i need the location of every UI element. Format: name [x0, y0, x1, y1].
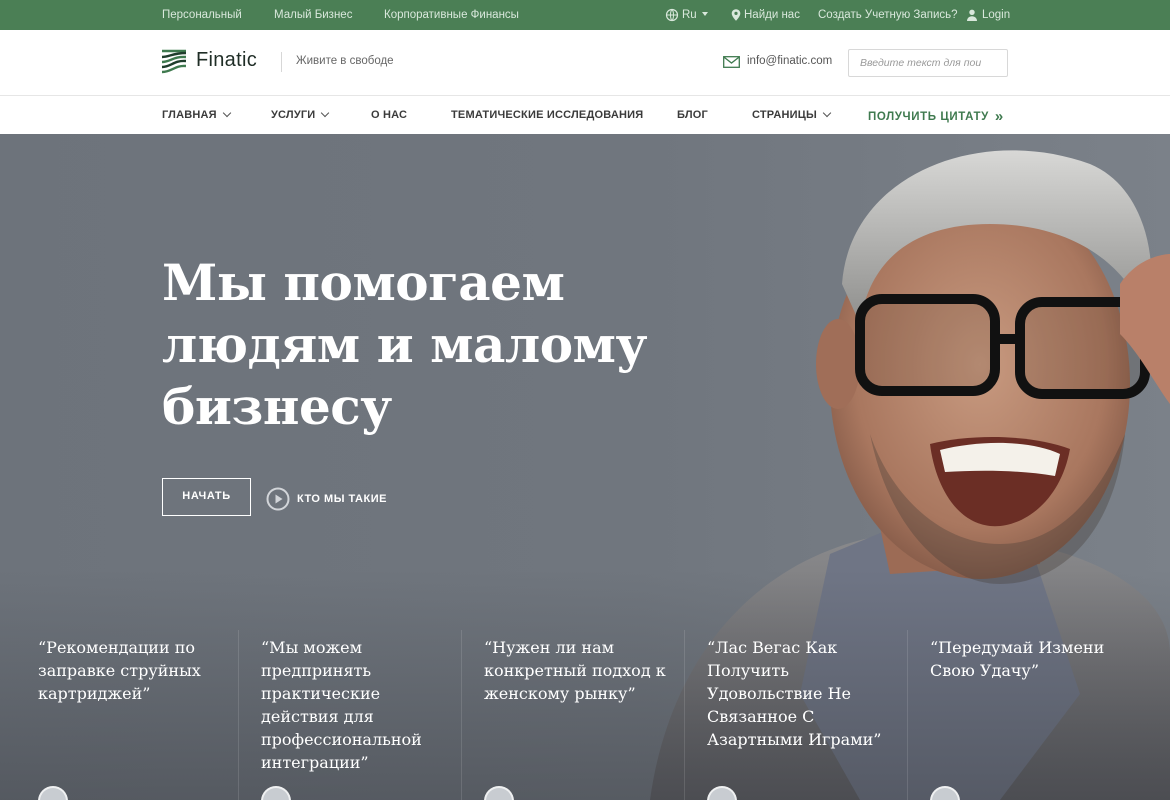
quote-line: женскому рынку” [484, 684, 636, 703]
header: Finatic Живите в свободе info@finatic.co… [0, 30, 1170, 96]
avatar [930, 786, 960, 800]
hero-title-line: Мы помогаем [162, 253, 565, 312]
nav-item-label: СТРАНИЦЫ [752, 109, 817, 121]
hero-title-line: бизнесу [162, 377, 392, 436]
quote-line: “Нужен ли нам [484, 638, 615, 657]
search-input[interactable] [848, 49, 1008, 77]
nav-item-case-studies[interactable]: ТЕМАТИЧЕСКИЕ ИССЛЕДОВАНИЯ [451, 96, 643, 134]
testimonial-card[interactable]: “Нужен ли нам конкретный подход к женско… [461, 630, 684, 800]
quote-line: интеграции” [261, 753, 369, 772]
quote-line: Азартными Играми” [707, 730, 882, 749]
column-divider [907, 630, 908, 800]
quote-line: конкретный подход к [484, 661, 666, 680]
nav-item-about[interactable]: О НАС [371, 96, 407, 134]
logo-text[interactable]: Finatic [196, 49, 257, 72]
mail-icon [723, 56, 740, 68]
testimonial-quote: “Нужен ли нам конкретный подход к женско… [484, 636, 666, 705]
caret-down-icon [701, 12, 708, 16]
avatar [484, 786, 514, 800]
chevron-down-icon [222, 108, 232, 118]
quote-line: практические [261, 684, 381, 703]
who-we-are-label: КТО МЫ ТАКИЕ [297, 493, 387, 505]
topbar-link-personal[interactable]: Персональный [162, 0, 242, 30]
quote-line: “Рекомендации по [38, 638, 196, 657]
hero-title-line: людям и малому [162, 315, 648, 374]
column-divider [238, 630, 239, 800]
find-us-link[interactable]: Найди нас [744, 0, 800, 30]
tagline: Живите в свободе [296, 55, 394, 67]
contact-email[interactable]: info@finatic.com [747, 55, 832, 67]
quote-line: предпринять [261, 661, 372, 680]
quote-line: Получить [707, 661, 789, 680]
testimonial-card[interactable]: “Лас Вегас Как Получить Удовольствие Не … [684, 630, 907, 800]
top-bar: Персональный Малый Бизнес Корпоративные … [0, 0, 1170, 30]
nav-item-blog[interactable]: БЛОГ [677, 96, 708, 134]
start-button[interactable]: НАЧАТЬ [162, 478, 251, 516]
quote-line: “Передумай Измени [930, 638, 1105, 657]
nav-item-home[interactable]: ГЛАВНАЯ [162, 96, 232, 134]
quote-line: профессиональной [261, 730, 422, 749]
logo-mark-icon[interactable] [161, 48, 187, 74]
logo-divider [281, 52, 282, 72]
create-account-link[interactable]: Создать Учетную Запись? [818, 0, 958, 30]
chevron-down-icon [321, 108, 330, 118]
double-chevron-right-icon: » [994, 108, 1004, 125]
nav-item-label: БЛОГ [677, 109, 708, 121]
main-nav: ГЛАВНАЯ УСЛУГИ О НАС ТЕМАТИЧЕСКИЕ ИССЛЕД… [0, 96, 1170, 134]
testimonial-quote: “Рекомендации по заправке струйных картр… [38, 636, 201, 705]
chevron-down-icon [822, 108, 832, 118]
testimonial-quote: “Мы можем предпринять практические дейст… [261, 636, 422, 774]
column-divider [684, 630, 685, 800]
map-pin-icon [729, 8, 743, 22]
hero-banner: Мы помогаем людям и малому бизнесу НАЧАТ… [0, 134, 1170, 800]
topbar-link-corporate-finance[interactable]: Корпоративные Финансы [384, 0, 519, 30]
testimonial-card[interactable]: “Передумай Измени Свою Удачу” [907, 630, 1130, 800]
testimonial-quote: “Передумай Измени Свою Удачу” [930, 636, 1104, 682]
quote-line: картриджей” [38, 684, 151, 703]
avatar [261, 786, 291, 800]
quote-line: “Мы можем [261, 638, 363, 657]
get-quote-link[interactable]: ПОЛУЧИТЬ ЦИТАТУ » [868, 96, 1004, 134]
quote-line: Удовольствие Не [707, 684, 852, 703]
nav-item-label: ТЕМАТИЧЕСКИЕ ИССЛЕДОВАНИЯ [451, 109, 644, 121]
language-selector[interactable]: Ru [682, 0, 708, 30]
avatar [38, 786, 68, 800]
quote-line: Свою Удачу” [930, 661, 1040, 680]
testimonial-card[interactable]: “Рекомендации по заправке струйных картр… [0, 630, 238, 800]
testimonial-quote: “Лас Вегас Как Получить Удовольствие Не … [707, 636, 881, 751]
nav-item-label: ГЛАВНАЯ [162, 109, 217, 121]
language-label: Ru [682, 9, 697, 21]
column-divider [461, 630, 462, 800]
user-icon [965, 8, 979, 22]
nav-item-label: УСЛУГИ [271, 109, 316, 121]
login-link[interactable]: Login [982, 0, 1010, 30]
avatar [707, 786, 737, 800]
testimonials-row: “Рекомендации по заправке струйных картр… [0, 630, 1170, 800]
globe-icon [665, 8, 679, 22]
topbar-link-small-business[interactable]: Малый Бизнес [274, 0, 352, 30]
quote-line: “Лас Вегас Как [707, 638, 838, 657]
nav-item-services[interactable]: УСЛУГИ [271, 96, 330, 134]
get-quote-label: ПОЛУЧИТЬ ЦИТАТУ [868, 111, 989, 123]
quote-line: заправке струйных [38, 661, 201, 680]
play-circle-icon [266, 487, 290, 511]
testimonial-card[interactable]: “Мы можем предпринять практические дейст… [238, 630, 461, 800]
quote-line: действия для [261, 707, 374, 726]
quote-line: Связанное С [707, 707, 815, 726]
nav-item-label: О НАС [371, 109, 408, 121]
nav-item-pages[interactable]: СТРАНИЦЫ [752, 96, 832, 134]
hero-title: Мы помогаем людям и малому бизнесу [162, 252, 722, 438]
